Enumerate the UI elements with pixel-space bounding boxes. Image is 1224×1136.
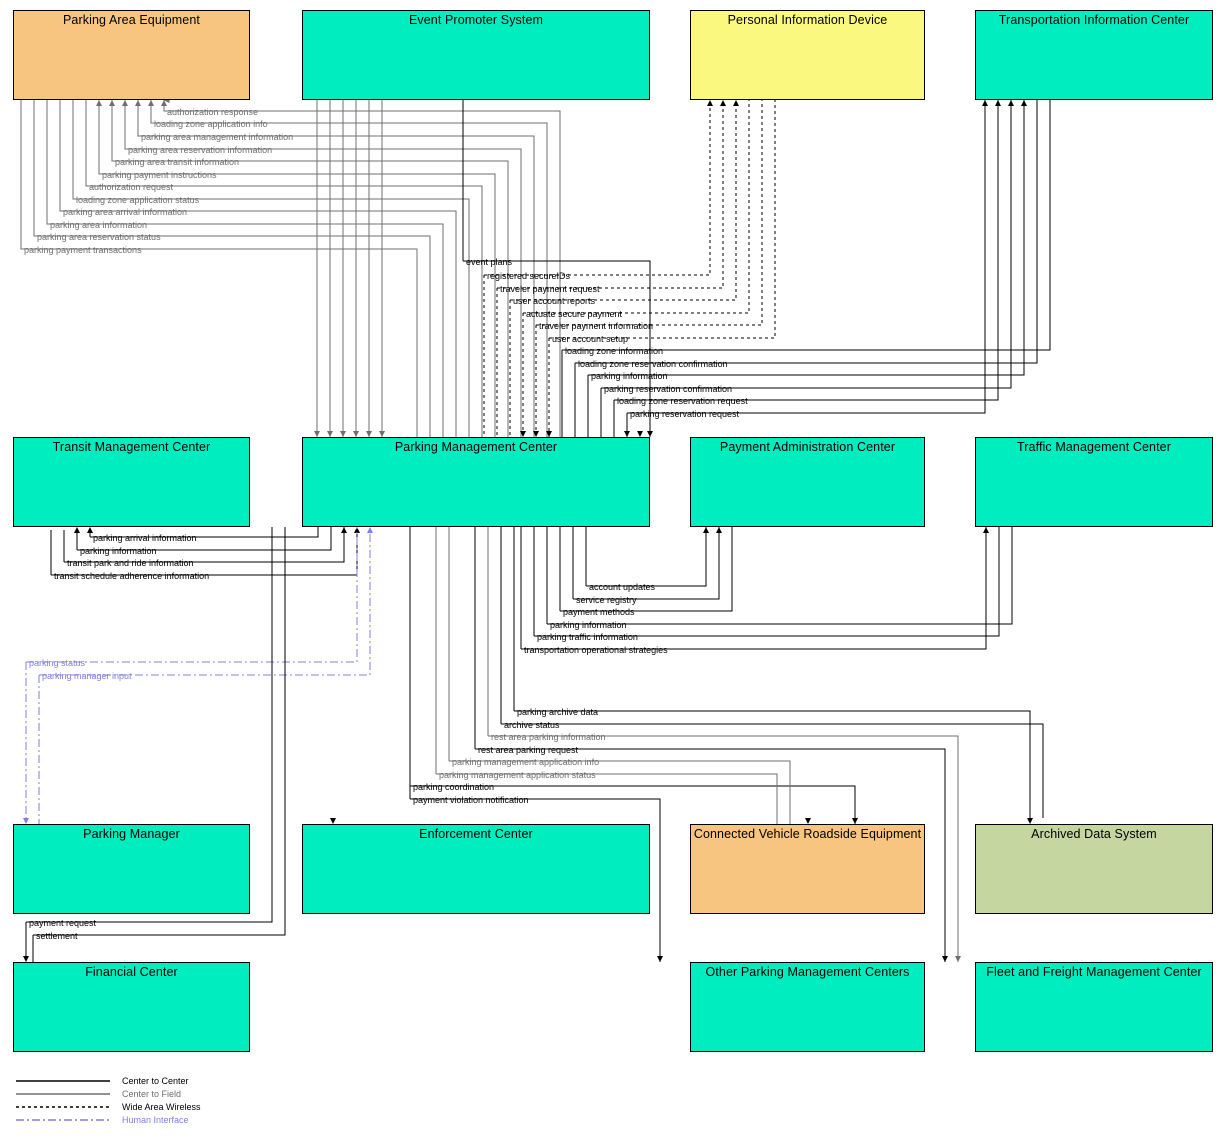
node-traffic-management-center[interactable]: Traffic Management Center [975, 437, 1213, 527]
node-transportation-information-center[interactable]: Transportation Information Center [975, 10, 1213, 100]
flow-label: archive status [504, 720, 560, 730]
flow-label: service registry [576, 595, 637, 605]
flow-label: parking management application status [439, 770, 596, 780]
flow-label: event plans [466, 257, 513, 267]
flow-label: parking coordination [413, 782, 495, 792]
node-title: Transportation Information Center [998, 13, 1190, 27]
flow-label: user account reports [513, 296, 596, 306]
flow-label: payment request [29, 918, 97, 928]
flow-label: parking information [591, 371, 668, 381]
node-title: Fleet and Freight Management Center [986, 965, 1202, 979]
flow-label: user account setup [552, 334, 629, 344]
flow-label: parking archive data [517, 707, 599, 717]
node-title: Parking Manager [83, 827, 180, 841]
node-title: Personal Information Device [727, 13, 888, 27]
flow-label: parking area arrival information [63, 207, 188, 217]
legend-label-wide-area-wireless: Wide Area Wireless [122, 1102, 201, 1112]
node-title: Enforcement Center [419, 827, 533, 841]
node-title: Financial Center [85, 965, 178, 979]
node-payment-administration-center[interactable]: Payment Administration Center [690, 437, 925, 527]
flow-label: parking status [29, 658, 86, 668]
flow-label: parking area transit information [115, 157, 240, 167]
flow-label: loading zone application status [76, 195, 200, 205]
node-parking-manager[interactable]: Parking Manager [13, 824, 250, 914]
node-archived-data-system[interactable]: Archived Data System [975, 824, 1213, 914]
legend-label-center-to-field: Center to Field [122, 1089, 182, 1099]
node-connected-vehicle-roadside-equipment[interactable]: Connected Vehicle Roadside Equipment [690, 824, 925, 914]
flow-label: traveler payment information [539, 321, 654, 331]
flow-label: parking traffic information [537, 632, 638, 642]
node-title: Connected Vehicle Roadside Equipment [693, 827, 922, 841]
node-other-parking-management-centers[interactable]: Other Parking Management Centers [690, 962, 925, 1052]
node-parking-area-equipment[interactable]: Parking Area Equipment [13, 10, 250, 100]
flow-label: transit park and ride information [67, 558, 194, 568]
flow-label: parking payment transactions [24, 245, 142, 255]
flow-label: parking reservation confirmation [604, 384, 733, 394]
node-title: Parking Management Center [394, 440, 558, 454]
flow-label: parking payment instructions [102, 170, 217, 180]
flow-label: parking area reservation information [128, 145, 273, 155]
flow-label: payment methods [563, 607, 635, 617]
flow-label: parking area information [50, 220, 148, 230]
flow-label: parking area management information [141, 132, 294, 142]
node-title: Other Parking Management Centers [705, 965, 910, 979]
flow-label: authorization request [89, 182, 174, 192]
node-title: Transit Management Center [52, 440, 211, 454]
node-enforcement-center[interactable]: Enforcement Center [302, 824, 650, 914]
node-fleet-and-freight-management-center[interactable]: Fleet and Freight Management Center [975, 962, 1213, 1052]
legend-label-center-to-center: Center to Center [122, 1076, 189, 1086]
flow-label: parking manager input [42, 671, 132, 681]
flow-label: traveler payment request [500, 284, 600, 294]
node-financial-center[interactable]: Financial Center [13, 962, 250, 1052]
flow-label: parking management application info [452, 757, 600, 767]
flow-label: account updates [589, 582, 656, 592]
flow-label: actuate secure payment [526, 309, 623, 319]
flow-label: rest area parking request [478, 745, 579, 755]
node-title: Event Promoter System [408, 13, 544, 27]
node-parking-management-center[interactable]: Parking Management Center [302, 437, 650, 527]
node-title: Traffic Management Center [1017, 440, 1171, 454]
flow-label: rest area parking information [491, 732, 606, 742]
flow-label: loading zone application info [154, 119, 268, 129]
flow-label: transportation operational strategies [524, 645, 668, 655]
node-personal-information-device[interactable]: Personal Information Device [690, 10, 925, 100]
flow-label: parking information [80, 546, 157, 556]
flow-label: transit schedule adherence information [54, 571, 210, 581]
flow-label: registered secureIDs [487, 271, 571, 281]
node-event-promoter-system[interactable]: Event Promoter System [302, 10, 650, 100]
flow-label: authorization response [167, 107, 259, 117]
node-title: Payment Administration Center [719, 440, 896, 454]
node-transit-management-center[interactable]: Transit Management Center [13, 437, 250, 527]
flow-label: loading zone reservation confirmation [578, 359, 728, 369]
flow-label: loading zone information [565, 346, 664, 356]
node-title: Archived Data System [1031, 827, 1157, 841]
flow-label: loading zone reservation request [617, 396, 748, 406]
flow-label: parking area reservation status [37, 232, 161, 242]
flow-label: parking information [550, 620, 627, 630]
flow-label: parking arrival information [93, 533, 197, 543]
flow-label: settlement [36, 931, 78, 941]
node-title: Parking Area Equipment [62, 13, 200, 27]
flow-label: payment violation notification [413, 795, 529, 805]
legend-label-human-interface: Human Interface [122, 1115, 189, 1125]
context-diagram-canvas: Parking Area Equipment Event Promoter Sys… [0, 0, 1224, 1136]
flow-label: parking reservation request [630, 409, 740, 419]
